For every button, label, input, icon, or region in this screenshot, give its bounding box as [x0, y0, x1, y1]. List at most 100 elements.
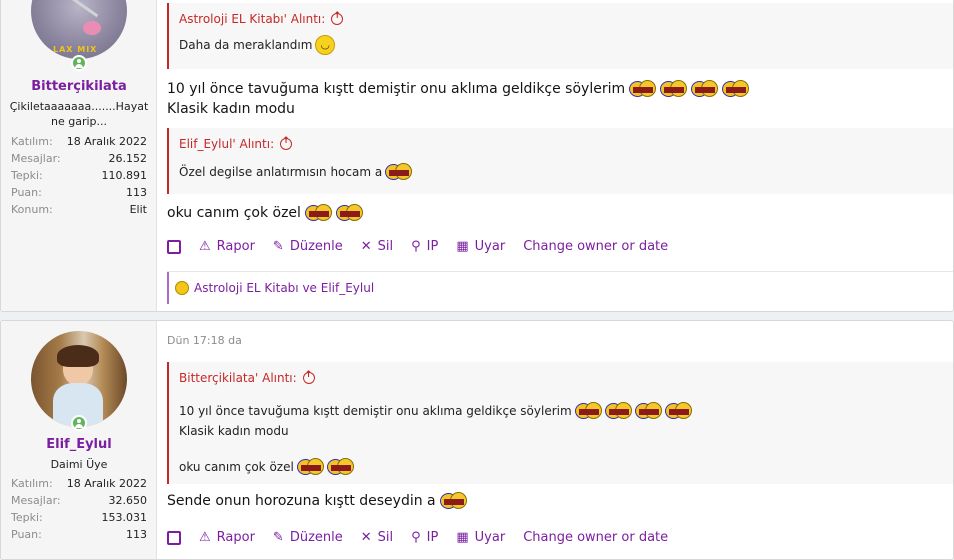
smile-emoji-icon: [315, 35, 336, 55]
user-stats: Katılım: 18 Aralık 2022 Mesajlar: 26.152 T…: [11, 133, 147, 218]
post-1: LAX MIX Bitterçikilata Çikiletaaaaaaa...…: [0, 0, 954, 312]
change-owner-button[interactable]: Change owner or date: [523, 530, 668, 545]
stat-value: 26.152: [108, 152, 148, 165]
edit-icon: ✎: [272, 239, 284, 254]
laughing-emoji-icon: [304, 203, 332, 223]
change-owner-label: Change owner or date: [523, 530, 669, 545]
stat-value: 18 Aralık 2022: [66, 477, 147, 490]
message-line: Klasik kadın modu: [167, 101, 295, 117]
quote-author-link[interactable]: Astroloji EL Kitabı' Alıntı:: [179, 11, 344, 26]
quote-text-content: Daha da meraklandım: [179, 38, 313, 52]
edit-label: Düzenle: [289, 530, 343, 545]
stat-label: Tepki:: [11, 169, 43, 182]
report-label: Rapor: [216, 530, 255, 545]
ip-button[interactable]: ⚲ IP: [411, 239, 438, 254]
laughing-emoji-icon: [604, 401, 632, 421]
go-to-quote-icon[interactable]: [280, 136, 293, 150]
warn-label: Uyar: [474, 239, 506, 254]
reactions-row: Astroloji EL Kitabı ve Elif_Eylul: [167, 271, 953, 304]
close-icon: ✕: [360, 530, 372, 545]
message-text: 10 yıl önce tavuğuma kıştt demiştir onu …: [167, 81, 626, 97]
post-content: Astroloji EL Kitabı' Alıntı: Daha da mer…: [157, 0, 953, 311]
delete-button[interactable]: ✕ Sil: [361, 530, 393, 545]
user-panel: LAX MIX Bitterçikilata Çikiletaaaaaaa...…: [1, 0, 157, 311]
quote-text: Daha da meraklandım: [179, 35, 336, 55]
edit-button[interactable]: ✎ Düzenle: [273, 239, 343, 254]
stat-value: 32.650: [108, 494, 148, 507]
select-checkbox[interactable]: [167, 239, 181, 254]
message-text: Sende onun horozuna kıştt deseydin a: [167, 493, 436, 509]
message-line: Sende onun horozuna kıştt deseydin a: [167, 491, 467, 511]
reactions-text[interactable]: Astroloji EL Kitabı ve Elif_Eylul: [194, 281, 374, 295]
post-content: Dün 17:18 da Bitterçikilata' Alıntı: 10 …: [157, 321, 953, 559]
quote-text: 10 yıl önce tavuğuma kıştt demiştir onu …: [179, 401, 692, 421]
user-panel: Elif_Eylul Daimi Üye Katılım: 18 Aralık 2…: [1, 321, 157, 559]
stat-label: Puan:: [11, 528, 42, 541]
laughing-emoji-icon: [634, 401, 662, 421]
laughing-emoji-icon: [664, 401, 692, 421]
laughing-emoji-icon: [385, 162, 413, 182]
go-to-quote-icon[interactable]: [302, 370, 315, 384]
report-label: Rapor: [216, 239, 255, 254]
laughing-emoji-icon: [629, 79, 657, 99]
stat-value: 110.891: [101, 169, 148, 182]
search-icon: ⚲: [411, 239, 421, 254]
report-button[interactable]: ⚠ Rapor: [199, 530, 255, 545]
quote-block: Bitterçikilata' Alıntı: 10 yıl önce tavu…: [167, 362, 953, 484]
warn-label: Uyar: [474, 530, 506, 545]
warning-icon: ⚠: [199, 239, 211, 254]
stat-value: 18 Aralık 2022: [66, 135, 147, 148]
laughing-emoji-icon: [574, 401, 602, 421]
username[interactable]: Elif_Eylul: [1, 437, 157, 452]
warn-icon: ▦: [456, 239, 469, 254]
warn-button[interactable]: ▦ Uyar: [456, 239, 505, 254]
stat-value: 113: [126, 528, 147, 541]
close-icon: ✕: [360, 239, 372, 254]
laughing-emoji-icon: [722, 79, 750, 99]
message-text: Klasik kadın modu: [167, 101, 295, 117]
ip-button[interactable]: ⚲ IP: [411, 530, 438, 545]
search-icon: ⚲: [411, 530, 421, 545]
select-checkbox[interactable]: [167, 530, 181, 545]
stat-label: Katılım:: [11, 135, 53, 148]
avatar[interactable]: [31, 331, 127, 427]
avatar[interactable]: LAX MIX: [31, 0, 127, 59]
laughing-emoji-icon: [335, 203, 363, 223]
quote-text: Klasik kadın modu: [179, 424, 289, 438]
edit-button[interactable]: ✎ Düzenle: [273, 530, 343, 545]
quote-text: oku canım çok özel: [179, 457, 354, 477]
username[interactable]: Bitterçikilata: [1, 79, 157, 94]
stat-label: Mesajlar:: [11, 494, 61, 507]
quote-text: Özel degilse anlatırmısın hocam a: [179, 162, 413, 182]
quote-author[interactable]: Astroloji EL Kitabı' Alıntı:: [179, 12, 325, 26]
reactions-link[interactable]: Astroloji EL Kitabı ve Elif_Eylul: [167, 272, 953, 304]
ip-label: IP: [426, 239, 439, 254]
online-status-icon: [71, 415, 87, 431]
delete-label: Sil: [377, 239, 394, 254]
post-actions: ⚠ Rapor ✎ Düzenle ✕ Sil ⚲ IP ▦ Uyar Change ow…: [167, 239, 668, 254]
quote-author[interactable]: Elif_Eylul' Alıntı:: [179, 137, 274, 151]
laughing-emoji-icon: [439, 491, 467, 511]
warn-icon: ▦: [456, 530, 469, 545]
message-text: oku canım çok özel: [167, 205, 301, 221]
warning-icon: ⚠: [199, 530, 211, 545]
online-status-icon: [71, 55, 87, 71]
laughing-reaction-icon: [175, 281, 189, 295]
message-line: 10 yıl önce tavuğuma kıştt demiştir onu …: [167, 79, 750, 99]
stat-label: Puan:: [11, 186, 42, 199]
post-date[interactable]: Dün 17:18 da: [167, 334, 242, 347]
go-to-quote-icon[interactable]: [331, 11, 344, 25]
user-title: Daimi Üye: [50, 458, 108, 471]
edit-icon: ✎: [272, 530, 284, 545]
change-owner-label: Change owner or date: [523, 239, 669, 254]
report-button[interactable]: ⚠ Rapor: [199, 239, 255, 254]
quote-author-link[interactable]: Elif_Eylul' Alıntı:: [179, 136, 293, 151]
quote-author-link[interactable]: Bitterçikilata' Alıntı:: [179, 370, 315, 385]
delete-button[interactable]: ✕ Sil: [361, 239, 393, 254]
stat-label: Mesajlar:: [11, 152, 61, 165]
laughing-emoji-icon: [326, 457, 354, 477]
change-owner-button[interactable]: Change owner or date: [523, 239, 668, 254]
quote-author[interactable]: Bitterçikilata' Alıntı:: [179, 371, 297, 385]
warn-button[interactable]: ▦ Uyar: [456, 530, 505, 545]
quote-text-content: 10 yıl önce tavuğuma kıştt demiştir onu …: [179, 404, 572, 418]
